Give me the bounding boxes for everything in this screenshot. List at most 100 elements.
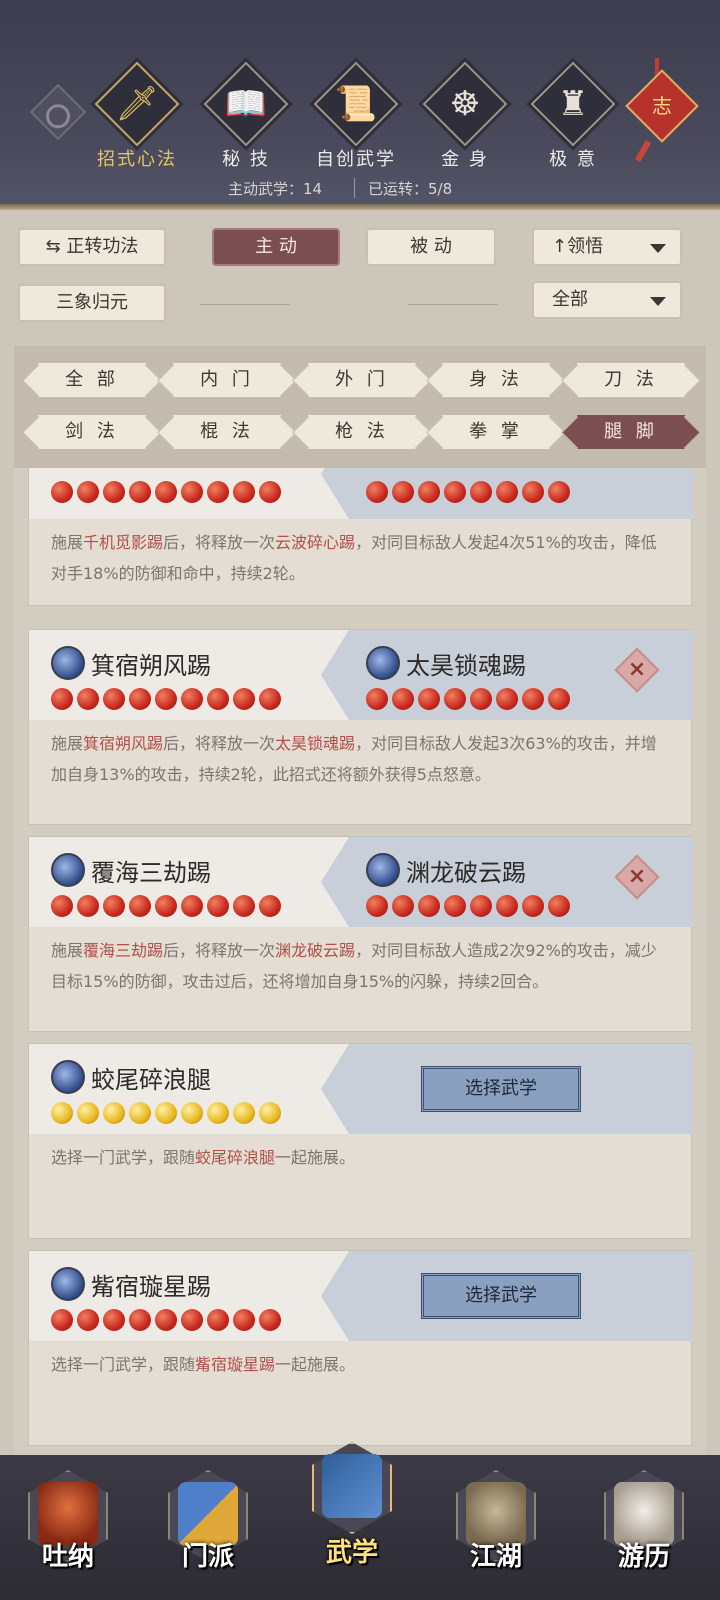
- star-dot: [51, 1102, 73, 1124]
- star-dot: [155, 1309, 177, 1331]
- star-dot: [233, 1102, 255, 1124]
- sanxiang-button[interactable]: 三象归元: [18, 284, 166, 322]
- star-dot: [470, 688, 492, 710]
- combo-description: 施展千机觅影踢后，将释放一次云波碎心踢，对同目标敌人发起4次51%的攻击，降低对…: [51, 527, 671, 589]
- combo-description: 选择一门武学，跟随觜宿璇星踢一起施展。: [51, 1349, 671, 1380]
- chip-qiangfa[interactable]: 枪 法: [308, 414, 416, 450]
- tab-zhaoshi[interactable]: 🗡 招式心法: [92, 61, 182, 178]
- chip-waimen[interactable]: 外 门: [308, 362, 416, 398]
- star-dot: [522, 481, 544, 503]
- nav-label: 武学: [325, 1538, 378, 1568]
- chip-label: 全 部: [65, 369, 119, 390]
- nav-jianghu[interactable]: 江湖: [448, 1470, 544, 1572]
- nav-youli[interactable]: 游历: [596, 1470, 692, 1572]
- tab-label: 招式心法: [97, 149, 177, 170]
- star-dot: [496, 688, 518, 710]
- tab-label: 自创武学: [316, 149, 396, 170]
- chip-label: 外 门: [335, 369, 389, 390]
- chip-label: 腿 脚: [604, 421, 658, 442]
- zhi-badge-label: 志: [652, 94, 672, 118]
- star-dot: [103, 895, 125, 917]
- stat-divider: [354, 178, 355, 198]
- star-dot: [103, 481, 125, 503]
- nav-wuxue[interactable]: 武学: [304, 1442, 400, 1568]
- skill-icon: [51, 1060, 85, 1094]
- tab-jinshen[interactable]: ☸ 金 身: [420, 61, 510, 178]
- star-dot: [129, 1102, 151, 1124]
- filter-dropdown[interactable]: 全部: [532, 281, 682, 319]
- star-dot: [155, 688, 177, 710]
- ornament-line-right: [408, 304, 498, 305]
- choose-martial-button[interactable]: 选择武学: [421, 1273, 581, 1319]
- zhengzhuan-label: 正转功法: [66, 236, 139, 257]
- chip-daofa[interactable]: 刀 法: [577, 362, 685, 398]
- star-dot: [155, 1102, 177, 1124]
- skill-name-right: 太昊锁魂踢: [406, 652, 526, 680]
- skill-name-left: 蛟尾碎浪腿: [91, 1066, 211, 1094]
- chip-all[interactable]: 全 部: [38, 362, 146, 398]
- chevron-down-icon: [650, 297, 666, 306]
- skill-highlight: 觜宿璇星踢: [195, 1355, 276, 1374]
- tab-label: 秘 技: [222, 149, 270, 170]
- nav-tuna[interactable]: 吐纳: [20, 1470, 116, 1572]
- skill-highlight: 渊龙破云踢: [275, 941, 356, 960]
- zhudong-tab[interactable]: 主 动: [212, 228, 340, 266]
- zhengzhuan-button[interactable]: ⇆ 正转功法: [18, 228, 166, 266]
- star-dot: [129, 1309, 151, 1331]
- star-dot: [548, 481, 570, 503]
- tab-zichuang[interactable]: 📜 自创武学: [311, 61, 401, 178]
- skill-highlight: 覆海三劫踢: [83, 941, 164, 960]
- star-dot: [418, 481, 440, 503]
- sort-dropdown[interactable]: ↑领悟: [532, 228, 682, 266]
- description-text: 施展: [51, 533, 84, 552]
- star-dot: [496, 895, 518, 917]
- skill-pair-card: 箕宿朔风踢 太昊锁魂踢 × 施展箕宿朔风踢后，将释放一次太昊锁魂踢，对同目标敌人…: [28, 629, 693, 825]
- skill-pair-list[interactable]: × 施展千机觅影踢后，将释放一次云波碎心踢，对同目标敌人发起4次51%的攻击，降…: [14, 468, 706, 1473]
- tab-miji[interactable]: 📖 秘 技: [201, 61, 291, 178]
- sanxiang-label: 三象归元: [56, 292, 128, 313]
- star-dot: [233, 1309, 255, 1331]
- skill-icon: [51, 853, 85, 887]
- star-dot: [259, 895, 281, 917]
- chip-quanzhang[interactable]: 拳 掌: [442, 414, 550, 450]
- chip-label: 拳 掌: [469, 421, 523, 442]
- star-dot: [155, 481, 177, 503]
- star-dot: [207, 481, 229, 503]
- chip-tuijiao[interactable]: 腿 脚: [577, 414, 685, 450]
- star-dot: [51, 1309, 73, 1331]
- star-row: [366, 481, 570, 503]
- star-dot: [77, 895, 99, 917]
- star-row: [51, 481, 281, 503]
- star-row: [51, 1309, 281, 1331]
- chip-gunfa[interactable]: 棍 法: [173, 414, 281, 450]
- star-dot: [259, 1309, 281, 1331]
- star-dot: [51, 481, 73, 503]
- beidong-tab[interactable]: 被 动: [366, 228, 496, 266]
- star-dot: [444, 481, 466, 503]
- nav-menpai[interactable]: 门派: [160, 1470, 256, 1572]
- star-dot: [470, 481, 492, 503]
- nav-label: 江湖: [469, 1542, 522, 1572]
- star-dot: [77, 688, 99, 710]
- chip-label: 内 门: [200, 369, 254, 390]
- star-dot: [77, 1309, 99, 1331]
- chip-neimen[interactable]: 内 门: [173, 362, 281, 398]
- tab-label: 极 意: [549, 149, 597, 170]
- combo-description: 施展覆海三劫踢后，将释放一次渊龙破云踢，对同目标敌人造成2次92%的攻击，减少目…: [51, 935, 671, 997]
- star-row: [51, 688, 281, 710]
- star-dot: [233, 481, 255, 503]
- skill-name-left: 箕宿朔风踢: [91, 652, 211, 680]
- choose-martial-button[interactable]: 选择武学: [421, 1066, 581, 1112]
- star-dot: [207, 1309, 229, 1331]
- chip-jianfa[interactable]: 剑 法: [38, 414, 146, 450]
- star-dot: [103, 1102, 125, 1124]
- star-dot: [366, 895, 388, 917]
- star-dot: [207, 688, 229, 710]
- tab-jiyi[interactable]: ♜ 极 意: [528, 61, 618, 178]
- star-dot: [366, 688, 388, 710]
- chip-shenfa[interactable]: 身 法: [442, 362, 550, 398]
- chip-label: 枪 法: [335, 421, 389, 442]
- star-dot: [392, 688, 414, 710]
- star-dot: [470, 895, 492, 917]
- star-dot: [233, 688, 255, 710]
